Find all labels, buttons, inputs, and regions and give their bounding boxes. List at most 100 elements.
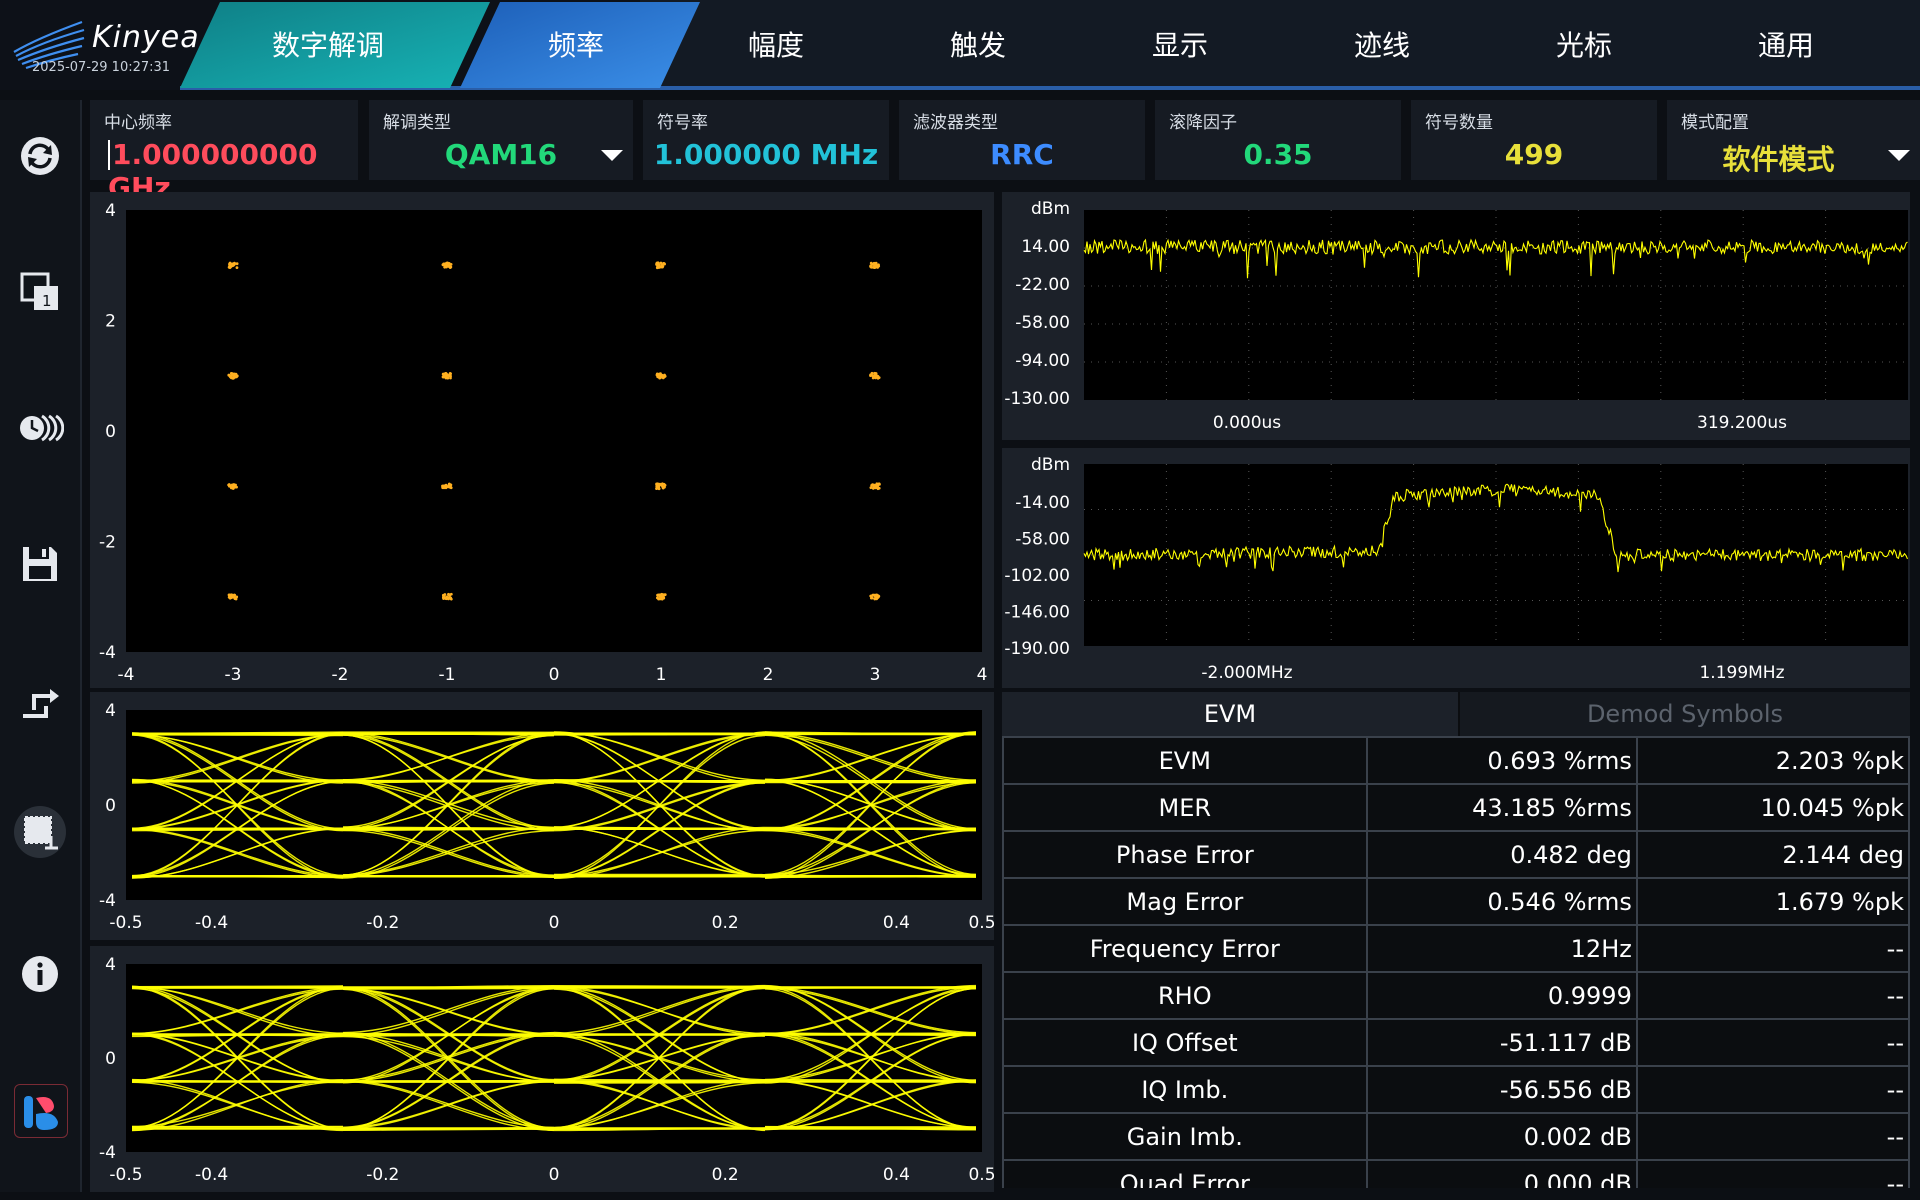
info-icon[interactable] bbox=[14, 948, 66, 1000]
rolloff-value: 0.35 bbox=[1243, 138, 1313, 171]
metric-value-1: -56.556 dB bbox=[1365, 1065, 1638, 1114]
y-axis-unit: dBm bbox=[1031, 455, 1070, 475]
save-icon[interactable] bbox=[14, 538, 66, 590]
tab-4[interactable]: 显示 bbox=[1152, 29, 1208, 62]
tab-7[interactable]: 通用 bbox=[1758, 29, 1814, 62]
symbol-dot bbox=[876, 265, 879, 269]
window-1-icon[interactable]: 1 bbox=[14, 266, 66, 318]
y-tick-label: -2 bbox=[99, 533, 116, 553]
constellation-point bbox=[441, 592, 453, 601]
constellation-chart[interactable]: -4 -3 -2 -1 0 1 2 3 4 4 2 0 -2 -4 bbox=[90, 192, 994, 688]
demod-type-label: 解调类型 bbox=[383, 113, 451, 133]
tab-6[interactable]: 光标 bbox=[1556, 29, 1612, 62]
chevron-down-icon[interactable] bbox=[1888, 150, 1910, 161]
symbol-dot bbox=[448, 373, 452, 377]
metric-value-1: 0.000 dB bbox=[1365, 1159, 1638, 1188]
rolloff-label: 滚降因子 bbox=[1169, 113, 1237, 133]
symbol-dot bbox=[877, 263, 880, 267]
symbol-dot bbox=[446, 376, 450, 380]
y-tick-label: 4 bbox=[105, 701, 116, 721]
screenshot-icon[interactable] bbox=[14, 806, 66, 858]
symbol-dot bbox=[231, 486, 235, 490]
tab-5[interactable]: 迹线 bbox=[1354, 29, 1410, 62]
center-frequency-field[interactable]: 中心频率 1.000000000 GHz bbox=[90, 100, 358, 204]
time-power-panel[interactable]: dBm 14.00 -22.00 -58.00 -94.00 -130.00 0.000us… bbox=[1002, 192, 1910, 440]
export-icon[interactable] bbox=[14, 674, 66, 726]
tab-1[interactable]: 频率 bbox=[460, 2, 700, 88]
y-tick-label: -4 bbox=[99, 891, 116, 911]
symbol-dot bbox=[656, 593, 660, 597]
eye-i-panel[interactable]: 4 0 -4 -0.5 -0.4 -0.2 0 0.2 0.4 0.5 bbox=[90, 692, 994, 940]
eye-q-panel[interactable]: 4 0 -4 -0.5 -0.4 -0.2 0 0.2 0.4 0.5 bbox=[90, 946, 994, 1192]
sweep-icon[interactable] bbox=[14, 402, 66, 454]
symbol-rate-field[interactable]: 符号率 1.000000 MHz bbox=[643, 100, 889, 180]
symbol-dot bbox=[659, 261, 663, 265]
x-tick-label: -0.4 bbox=[195, 913, 228, 933]
tab-3[interactable]: 触发 bbox=[950, 29, 1006, 62]
x-tick-label: -1 bbox=[439, 665, 456, 685]
symbol-dot bbox=[874, 376, 878, 380]
tab-2[interactable]: 幅度 bbox=[748, 29, 804, 62]
symbol-dot bbox=[656, 261, 660, 265]
tab-label: 频率 bbox=[548, 29, 604, 62]
chevron-down-icon[interactable] bbox=[601, 150, 623, 161]
constellation-panel[interactable]: -4 -3 -2 -1 0 1 2 3 4 4 2 0 -2 -4 bbox=[90, 192, 994, 688]
symbol-dot bbox=[230, 483, 234, 487]
metric-row: EVM 0.693 %rms 2.203 %pk bbox=[1002, 736, 1910, 785]
symbol-dot bbox=[662, 593, 666, 596]
demod-type-select[interactable]: 解调类型 QAM16 bbox=[369, 100, 633, 180]
metric-value-2: -- bbox=[1635, 924, 1910, 973]
metric-value-1: 0.002 dB bbox=[1365, 1112, 1638, 1161]
system-datetime: 2025-07-29 10:27:31 bbox=[32, 60, 171, 75]
symbol-dot bbox=[869, 373, 873, 377]
symbol-dot bbox=[234, 372, 238, 376]
tab-0[interactable]: 数字解调 bbox=[180, 2, 490, 88]
tab-label: 通用 bbox=[1758, 29, 1814, 62]
metric-name: Quad Error bbox=[1002, 1159, 1368, 1188]
refresh-icon[interactable] bbox=[14, 130, 66, 182]
metric-value-1: 12Hz bbox=[1365, 924, 1638, 973]
top-header: 数字解调 频率 幅度 触发 显示 迹线 光标 通用 Kinyea 2025-07-29 10:… bbox=[0, 0, 1920, 90]
tab-demod-symbols[interactable]: Demod Symbols bbox=[1460, 692, 1910, 736]
y-tick-label: 0 bbox=[105, 422, 116, 442]
symbol-dot bbox=[232, 593, 236, 597]
y-tick-label: 4 bbox=[105, 201, 116, 221]
filter-type-field[interactable]: 滤波器类型 RRC bbox=[899, 100, 1145, 180]
plot-area bbox=[126, 210, 982, 652]
y-tick-label: -58.00 bbox=[1015, 530, 1070, 550]
time-power-chart[interactable]: dBm 14.00 -22.00 -58.00 -94.00 -130.00 0.000us… bbox=[1002, 192, 1910, 440]
symbol-dot bbox=[661, 376, 665, 380]
y-tick-label: -130.00 bbox=[1004, 389, 1070, 409]
x-tick-label: -0.5 bbox=[109, 913, 142, 933]
symbol-dot bbox=[660, 597, 664, 601]
symbol-dot bbox=[227, 593, 231, 597]
rolloff-field[interactable]: 滚降因子 0.35 bbox=[1155, 100, 1401, 180]
metric-name: IQ Offset bbox=[1002, 1018, 1368, 1067]
mode-config-select[interactable]: 模式配置 软件模式 bbox=[1667, 100, 1920, 180]
spectrum-chart[interactable]: dBm -14.00 -58.00 -102.00 -146.00 -190.00 -2.0… bbox=[1002, 448, 1910, 688]
spectrum-panel[interactable]: dBm -14.00 -58.00 -102.00 -146.00 -190.00 -2.0… bbox=[1002, 448, 1910, 688]
symbol-dot bbox=[447, 265, 451, 268]
metric-name: MER bbox=[1002, 783, 1368, 832]
metric-value-2: 2.203 %pk bbox=[1635, 736, 1910, 785]
metric-name: EVM bbox=[1002, 736, 1368, 785]
y-tick-label: -22.00 bbox=[1015, 275, 1070, 295]
metrics-table: EVM 0.693 %rms 2.203 %pk MER 43.185 %rms 10.0… bbox=[1002, 736, 1910, 1188]
y-tick-label: 0 bbox=[105, 796, 116, 816]
symbol-count-field[interactable]: 符号数量 499 bbox=[1411, 100, 1657, 180]
symbol-rate-label: 符号率 bbox=[657, 113, 708, 133]
svg-text:1: 1 bbox=[42, 292, 52, 310]
filter-type-value: RRC bbox=[990, 138, 1054, 171]
metric-row: IQ Imb. -56.556 dB -- bbox=[1002, 1065, 1910, 1114]
symbol-dot bbox=[655, 373, 659, 377]
symbol-dot bbox=[230, 263, 234, 266]
symbol-dot bbox=[655, 485, 659, 488]
symbol-dot bbox=[873, 264, 877, 268]
app-logo-icon[interactable] bbox=[14, 1084, 68, 1138]
filter-type-label: 滤波器类型 bbox=[913, 113, 998, 133]
eye-diagram-i-chart[interactable]: 4 0 -4-0.5 -0.4 -0.2 0 0.2 0.4 0.5 bbox=[90, 692, 994, 940]
tab-evm[interactable]: EVM bbox=[1002, 692, 1458, 736]
metric-value-2: -- bbox=[1635, 1159, 1910, 1188]
symbol-dot bbox=[448, 484, 452, 488]
eye-diagram-q-chart[interactable]: 4 0 -4-0.5 -0.4 -0.2 0 0.2 0.4 0.5 bbox=[90, 946, 994, 1192]
